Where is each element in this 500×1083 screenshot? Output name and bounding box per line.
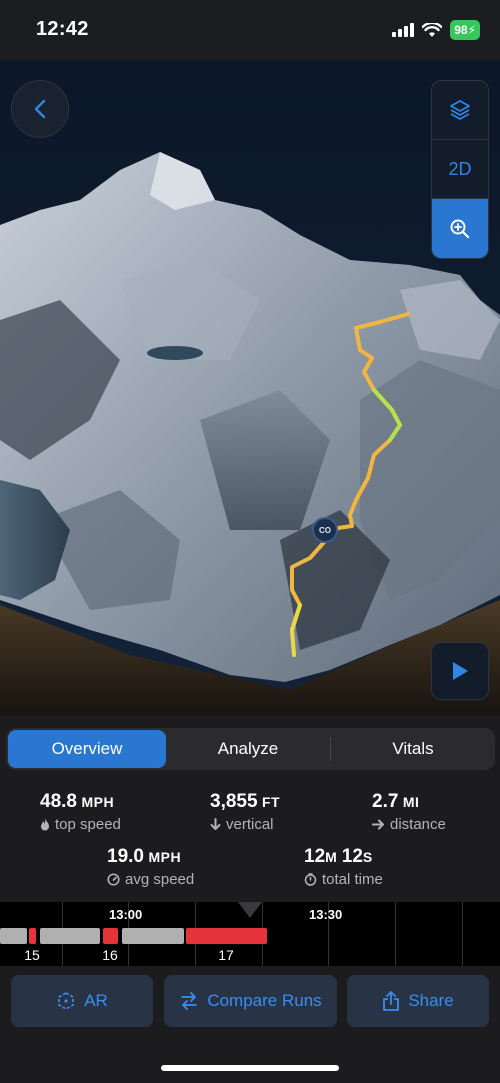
run-segment[interactable] <box>103 928 118 944</box>
stat-top-speed: 48.8 MPH top speed <box>40 791 121 833</box>
stat-minutes: 12 <box>304 846 326 867</box>
run-number: 16 <box>102 947 118 963</box>
tab-analyze[interactable]: Analyze <box>166 730 330 768</box>
arrow-right-icon <box>372 819 384 830</box>
stat-total-time-label: total time <box>304 871 383 888</box>
charging-bolt-icon: ⚡ <box>467 23 476 37</box>
tab-bar: Overview Analyze Vitals <box>6 728 495 770</box>
share-button[interactable]: Share <box>347 975 489 1027</box>
layers-icon <box>450 100 470 120</box>
stopwatch-icon <box>304 873 317 886</box>
chevron-left-icon <box>34 99 46 119</box>
terrain-map[interactable] <box>0 60 500 716</box>
zoom-in-icon <box>450 219 470 238</box>
run-number: 15 <box>24 947 40 963</box>
run-segment[interactable] <box>29 928 36 944</box>
stat-unit: MPH <box>81 794 115 810</box>
stat-label-text: vertical <box>226 816 274 833</box>
gauge-icon <box>107 873 120 886</box>
compare-runs-button[interactable]: Compare Runs <box>164 975 337 1027</box>
stat-distance: 2.7 MI distance <box>372 791 446 833</box>
ar-button[interactable]: AR <box>11 975 153 1027</box>
stat-minutes-unit: M <box>325 849 338 865</box>
arrow-down-icon <box>210 818 221 830</box>
home-indicator <box>161 1065 339 1071</box>
stat-top-speed-value-line: 48.8 MPH <box>40 791 121 813</box>
stat-label-text: top speed <box>55 816 121 833</box>
timeline-time-label: 13:30 <box>309 907 343 922</box>
action-bar: AR Compare Runs Share <box>0 966 500 1083</box>
tab-overview[interactable]: Overview <box>8 730 166 768</box>
stat-total-time: 12M 12S total time <box>304 846 383 888</box>
location-marker[interactable]: CO <box>312 517 338 543</box>
stat-label-text: distance <box>390 816 446 833</box>
stat-value: 48.8 <box>40 791 77 812</box>
timeline-playhead[interactable] <box>238 902 262 918</box>
stat-distance-label: distance <box>372 816 446 833</box>
signal-icon <box>392 23 415 37</box>
ar-label: AR <box>84 991 108 1010</box>
lift-segment[interactable] <box>122 928 184 944</box>
run-segment[interactable] <box>186 928 267 944</box>
stat-value: 19.0 <box>107 846 144 867</box>
lift-segment[interactable] <box>0 928 27 944</box>
stat-vertical-label: vertical <box>210 816 280 833</box>
stat-label-text: avg speed <box>125 871 195 888</box>
layers-button[interactable] <box>432 81 488 140</box>
timeline-tick <box>395 902 396 966</box>
wifi-icon <box>422 22 443 37</box>
ar-icon <box>58 992 75 1010</box>
share-label: Share <box>408 991 454 1010</box>
tab-vitals[interactable]: Vitals <box>331 730 495 768</box>
compare-runs-label: Compare Runs <box>207 991 322 1010</box>
stat-total-time-value-line: 12M 12S <box>304 846 383 868</box>
share-icon <box>383 990 400 1011</box>
status-time: 12:42 <box>36 18 89 40</box>
flame-icon <box>41 818 49 831</box>
lift-segment[interactable] <box>40 928 100 944</box>
stat-unit: MI <box>402 794 420 810</box>
status-bar: 12:42 98⚡ <box>0 0 500 60</box>
timeline-time-label: 13:00 <box>109 907 143 922</box>
swap-arrows-icon <box>181 992 198 1010</box>
stat-value: 3,855 <box>210 791 258 812</box>
stat-distance-value-line: 2.7 MI <box>372 791 446 813</box>
run-timeline[interactable]: 13:00 13:30 15 16 17 <box>0 902 500 966</box>
view-2d-button[interactable]: 2D <box>432 140 488 199</box>
map-controls: 2D <box>431 80 489 259</box>
battery-indicator: 98⚡ <box>450 20 480 40</box>
stat-avg-speed-label: avg speed <box>107 871 194 888</box>
stat-avg-speed-value-line: 19.0 MPH <box>107 846 194 868</box>
stat-unit: FT <box>262 794 281 810</box>
stats-panel: Overview Analyze Vitals 48.8 MPH top spe… <box>0 716 500 1083</box>
stat-vertical: 3,855 FT vertical <box>210 791 280 833</box>
terrain-render <box>0 60 500 716</box>
stat-seconds: 12 <box>341 846 363 867</box>
timeline-tick <box>462 902 463 966</box>
play-button[interactable] <box>431 642 489 700</box>
back-button[interactable] <box>11 80 69 138</box>
play-icon <box>453 662 468 680</box>
stat-unit: MPH <box>148 849 182 865</box>
zoom-button[interactable] <box>432 199 488 258</box>
stat-seconds-unit: S <box>362 849 373 865</box>
stat-value: 2.7 <box>372 791 399 812</box>
stat-vertical-value-line: 3,855 FT <box>210 791 280 813</box>
stat-top-speed-label: top speed <box>40 816 121 833</box>
run-number: 17 <box>218 947 234 963</box>
battery-level: 98 <box>454 23 468 37</box>
stat-label-text: total time <box>322 871 383 888</box>
status-icons: 98⚡ <box>392 20 480 40</box>
stat-avg-speed: 19.0 MPH avg speed <box>107 846 194 888</box>
